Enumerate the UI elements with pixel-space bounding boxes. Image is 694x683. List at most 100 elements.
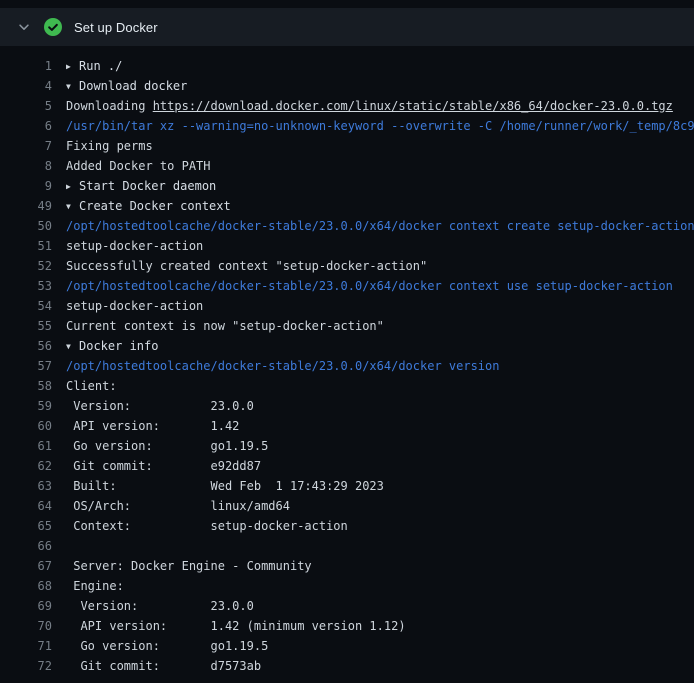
line-number[interactable]: 9 — [0, 176, 52, 196]
log-link[interactable]: https://download.docker.com/linux/static… — [153, 99, 673, 113]
line-number[interactable]: 53 — [0, 276, 52, 296]
log-segment: setup-docker-action — [66, 239, 203, 253]
log-text: Go version: go1.19.5 — [66, 636, 268, 656]
line-number[interactable]: 52 — [0, 256, 52, 276]
group-expanded-icon[interactable]: ▼ — [66, 197, 79, 216]
log-text: /opt/hostedtoolcache/docker-stable/23.0.… — [66, 276, 673, 296]
log-text: Client: — [66, 376, 117, 396]
line-number[interactable]: 50 — [0, 216, 52, 236]
line-number[interactable]: 62 — [0, 456, 52, 476]
log-group-title[interactable]: ▼Download docker — [66, 76, 187, 96]
line-number[interactable]: 56 — [0, 336, 52, 356]
log-text: setup-docker-action — [66, 296, 203, 316]
log-text: /opt/hostedtoolcache/docker-stable/23.0.… — [66, 356, 499, 376]
line-number[interactable]: 57 — [0, 356, 52, 376]
log-segment: Downloading — [66, 99, 153, 113]
log-lines: 1▶Run ./4▼Download docker5Downloading ht… — [0, 56, 694, 676]
line-number[interactable]: 5 — [0, 96, 52, 116]
log-segment: Current context is now "setup-docker-act… — [66, 319, 384, 333]
line-number[interactable]: 55 — [0, 316, 52, 336]
line-number[interactable]: 65 — [0, 516, 52, 536]
group-collapsed-icon[interactable]: ▶ — [66, 57, 79, 76]
line-number[interactable]: 4 — [0, 76, 52, 96]
log-line: 72 Git commit: d7573ab — [0, 656, 694, 676]
log-line: 58 Client: — [0, 376, 694, 396]
line-number[interactable]: 70 — [0, 616, 52, 636]
line-number[interactable]: 63 — [0, 476, 52, 496]
log-command-text: /usr/bin/tar xz --warning=no-unknown-key… — [66, 119, 694, 133]
success-check-icon — [44, 18, 62, 36]
line-number[interactable]: 60 — [0, 416, 52, 436]
log-segment: Engine: — [66, 579, 124, 593]
log-segment: setup-docker-action — [66, 299, 203, 313]
log-line: 68 Engine: — [0, 576, 694, 596]
step-header[interactable]: Set up Docker — [0, 8, 694, 46]
line-number[interactable]: 69 — [0, 596, 52, 616]
log-line: 67 Server: Docker Engine - Community — [0, 556, 694, 576]
line-number[interactable]: 49 — [0, 196, 52, 216]
log-text: Added Docker to PATH — [66, 156, 211, 176]
group-expanded-icon[interactable]: ▼ — [66, 337, 79, 356]
log-group-title[interactable]: ▶Run ./ — [66, 56, 122, 76]
line-number[interactable]: 68 — [0, 576, 52, 596]
log-line: 52 Successfully created context "setup-do… — [0, 256, 694, 276]
line-number[interactable]: 64 — [0, 496, 52, 516]
line-number[interactable]: 6 — [0, 116, 52, 136]
line-number[interactable]: 1 — [0, 56, 52, 76]
log-line: 51 setup-docker-action — [0, 236, 694, 256]
log-text: Server: Docker Engine - Community — [66, 556, 312, 576]
log-text: setup-docker-action — [66, 236, 203, 256]
log-segment: Client: — [66, 379, 117, 393]
log-line: 55 Current context is now "setup-docker-a… — [0, 316, 694, 336]
log-text: Context: setup-docker-action — [66, 516, 348, 536]
log-segment: Run ./ — [79, 59, 122, 73]
line-number[interactable]: 51 — [0, 236, 52, 256]
log-text: Git commit: d7573ab — [66, 656, 261, 676]
log-line: 57/opt/hostedtoolcache/docker-stable/23.… — [0, 356, 694, 376]
log-group-title[interactable]: ▼Create Docker context — [66, 196, 231, 216]
line-number[interactable]: 71 — [0, 636, 52, 656]
log-segment: Successfully created context "setup-dock… — [66, 259, 427, 273]
log-segment: Fixing perms — [66, 139, 153, 153]
log-text: OS/Arch: linux/amd64 — [66, 496, 290, 516]
log-command-text: /opt/hostedtoolcache/docker-stable/23.0.… — [66, 359, 499, 373]
log-line: 56 ▼Docker info — [0, 336, 694, 356]
group-expanded-icon[interactable]: ▼ — [66, 77, 79, 96]
chevron-down-icon[interactable] — [16, 19, 32, 35]
line-number[interactable]: 59 — [0, 396, 52, 416]
log-segment: Version: 23.0.0 — [66, 599, 254, 613]
log-line: 69 Version: 23.0.0 — [0, 596, 694, 616]
log-segment: API version: 1.42 — [66, 419, 239, 433]
line-number[interactable]: 7 — [0, 136, 52, 156]
log-text: API version: 1.42 — [66, 416, 239, 436]
log-text: Fixing perms — [66, 136, 153, 156]
log-line: 6/usr/bin/tar xz --warning=no-unknown-ke… — [0, 116, 694, 136]
log-line: 9 ▶Start Docker daemon — [0, 176, 694, 196]
log-text: Downloading https://download.docker.com/… — [66, 96, 673, 116]
log-container: 1▶Run ./4▼Download docker5Downloading ht… — [0, 46, 694, 676]
log-group-title[interactable]: ▼Docker info — [66, 336, 158, 356]
log-line: 50/opt/hostedtoolcache/docker-stable/23.… — [0, 216, 694, 236]
log-text: Git commit: e92dd87 — [66, 456, 261, 476]
log-line: 49 ▼Create Docker context — [0, 196, 694, 216]
line-number[interactable]: 58 — [0, 376, 52, 396]
log-segment: Server: Docker Engine - Community — [66, 559, 312, 573]
log-line: 63 Built: Wed Feb 1 17:43:29 2023 — [0, 476, 694, 496]
log-text: Built: Wed Feb 1 17:43:29 2023 — [66, 476, 384, 496]
line-number[interactable]: 8 — [0, 156, 52, 176]
line-number[interactable]: 66 — [0, 536, 52, 556]
log-segment: Docker info — [79, 339, 158, 353]
log-group-title[interactable]: ▶Start Docker daemon — [66, 176, 216, 196]
log-segment: Download docker — [79, 79, 187, 93]
log-text: Go version: go1.19.5 — [66, 436, 268, 456]
log-segment: Context: setup-docker-action — [66, 519, 348, 533]
log-line: 53/opt/hostedtoolcache/docker-stable/23.… — [0, 276, 694, 296]
line-number[interactable]: 67 — [0, 556, 52, 576]
line-number[interactable]: 54 — [0, 296, 52, 316]
line-number[interactable]: 72 — [0, 656, 52, 676]
log-line: 1 ▶Run ./ — [0, 56, 694, 76]
log-line: 5 Downloading https://download.docker.com… — [0, 96, 694, 116]
group-collapsed-icon[interactable]: ▶ — [66, 177, 79, 196]
line-number[interactable]: 61 — [0, 436, 52, 456]
log-segment: Go version: go1.19.5 — [66, 439, 268, 453]
